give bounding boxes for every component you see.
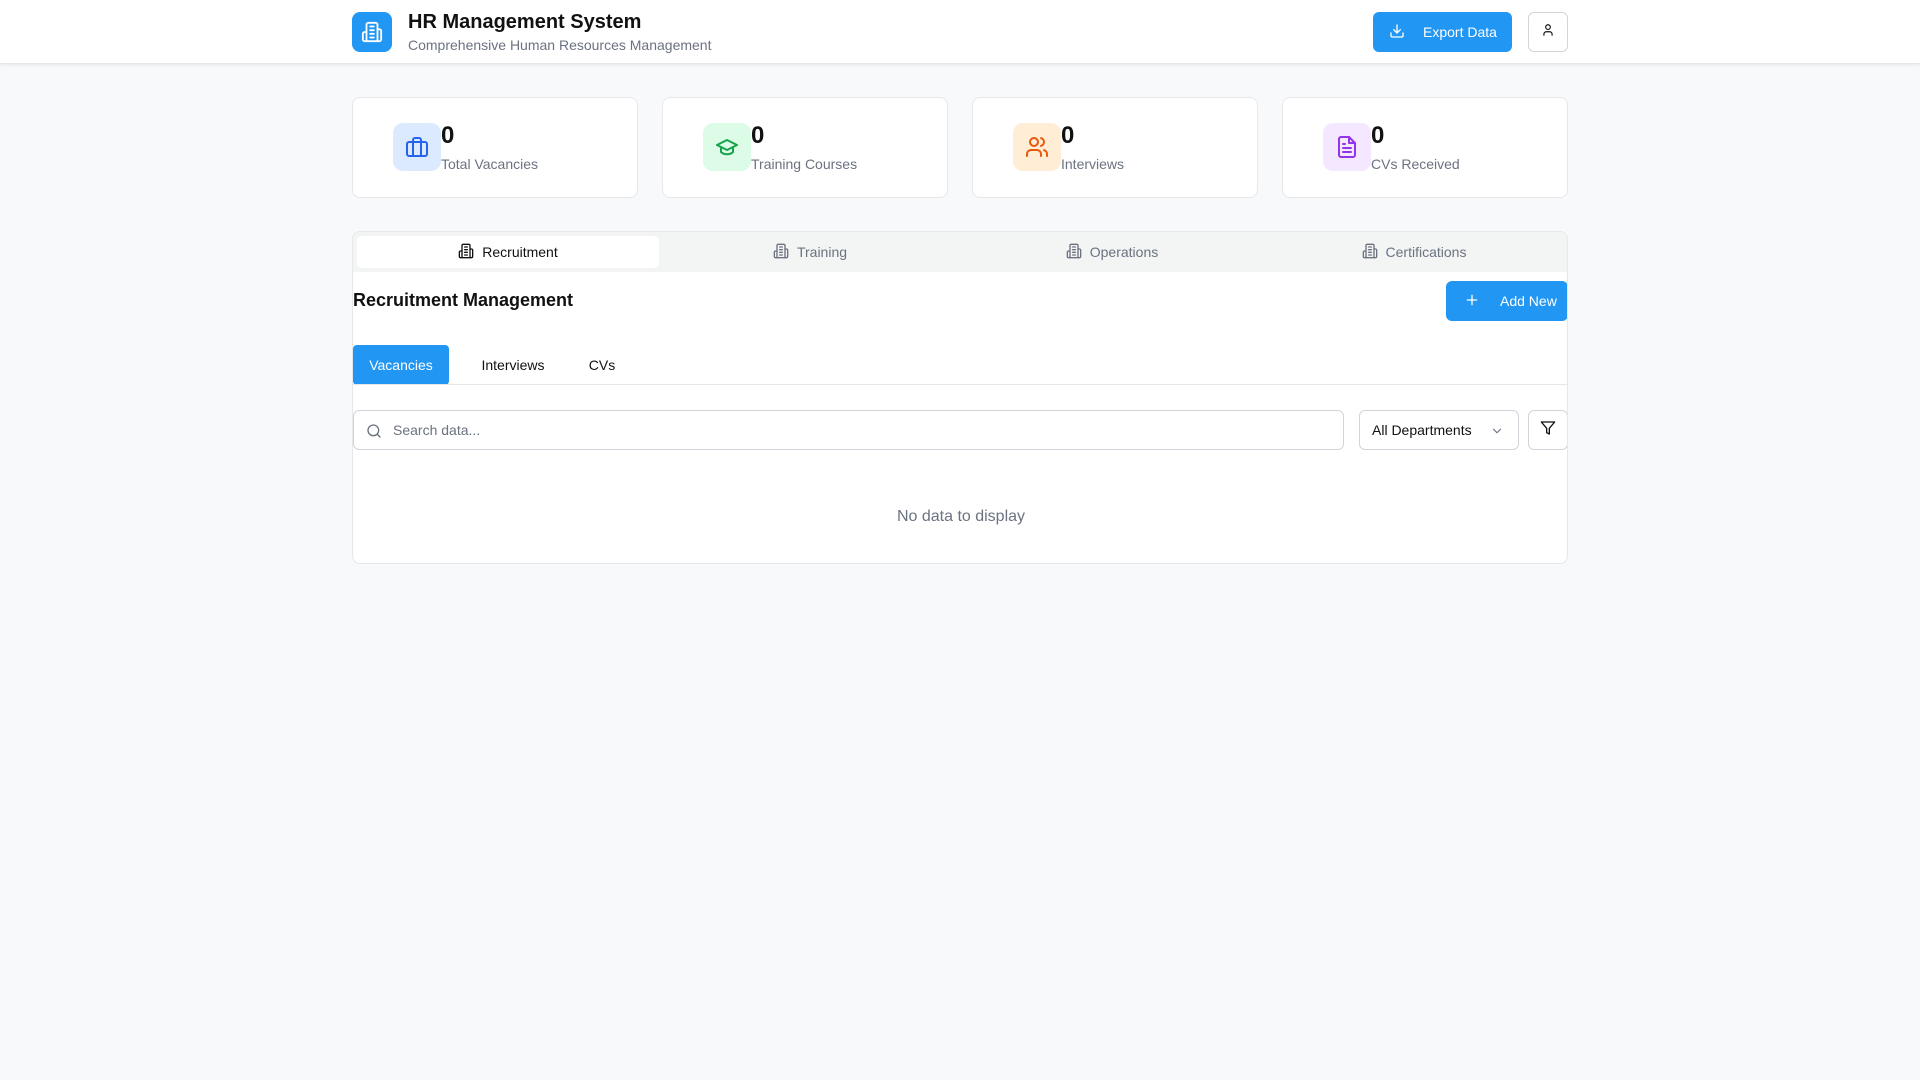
building-icon bbox=[352, 12, 392, 52]
chevron-down-icon bbox=[1490, 424, 1504, 441]
empty-state-message: No data to display bbox=[896, 508, 1026, 525]
stat-card-cvs: 0 CVs Received bbox=[1282, 97, 1568, 198]
building-icon bbox=[1066, 243, 1082, 262]
tab-training[interactable]: Training bbox=[659, 236, 961, 268]
export-data-label: Export Data bbox=[1423, 24, 1497, 40]
stat-card-training: 0 Training Courses bbox=[662, 97, 948, 198]
building-icon bbox=[458, 243, 474, 262]
user-menu-button[interactable] bbox=[1528, 12, 1568, 52]
divider bbox=[353, 384, 1567, 385]
main-panel: Recruitment Training Operations Certific… bbox=[352, 231, 1568, 564]
app-title: HR Management System bbox=[408, 11, 642, 33]
briefcase-icon bbox=[393, 123, 441, 171]
subtab-vacancies[interactable]: Vacancies bbox=[353, 345, 449, 385]
stat-label: Interviews bbox=[1061, 156, 1125, 172]
tab-label: Certifications bbox=[1385, 244, 1467, 260]
tab-label: Operations bbox=[1089, 244, 1159, 260]
department-select-value: All Departments bbox=[1372, 422, 1472, 438]
file-text-icon bbox=[1323, 123, 1371, 171]
app-header: HR Management System Comprehensive Human… bbox=[0, 0, 1920, 64]
search-input[interactable] bbox=[354, 411, 1343, 449]
department-select[interactable]: All Departments bbox=[1359, 410, 1519, 450]
filter-icon bbox=[1540, 420, 1556, 441]
stat-card-vacancies: 0 Total Vacancies bbox=[352, 97, 638, 198]
graduation-cap-icon bbox=[703, 123, 751, 171]
stat-value: 0 bbox=[1371, 122, 1385, 149]
search-field bbox=[353, 410, 1344, 450]
add-new-button[interactable]: Add New bbox=[1446, 281, 1567, 321]
stat-label: CVs Received bbox=[1371, 156, 1460, 172]
app-subtitle: Comprehensive Human Resources Management bbox=[408, 37, 712, 53]
user-icon bbox=[1541, 23, 1555, 42]
tab-operations[interactable]: Operations bbox=[961, 236, 1263, 268]
users-icon bbox=[1013, 123, 1061, 171]
stat-value: 0 bbox=[441, 122, 455, 149]
stat-value: 0 bbox=[751, 122, 765, 149]
add-new-label: Add New bbox=[1500, 293, 1557, 309]
stat-value: 0 bbox=[1061, 122, 1075, 149]
tab-certifications[interactable]: Certifications bbox=[1263, 236, 1565, 268]
tab-label: Training bbox=[796, 244, 848, 260]
stat-label: Training Courses bbox=[751, 156, 858, 172]
stat-card-interviews: 0 Interviews bbox=[972, 97, 1258, 198]
module-tabbar: Recruitment Training Operations Certific… bbox=[353, 232, 1567, 272]
building-icon bbox=[773, 243, 789, 262]
tab-label: Recruitment bbox=[482, 244, 558, 260]
download-icon bbox=[1389, 23, 1405, 42]
tab-recruitment[interactable]: Recruitment bbox=[357, 236, 659, 268]
subtab-interviews[interactable]: Interviews bbox=[465, 345, 561, 385]
stat-label: Total Vacancies bbox=[441, 156, 539, 172]
plus-icon bbox=[1464, 292, 1480, 311]
building-icon bbox=[1362, 243, 1378, 262]
export-data-button[interactable]: Export Data bbox=[1373, 12, 1512, 52]
search-icon bbox=[366, 423, 382, 444]
filter-button[interactable] bbox=[1528, 410, 1567, 450]
section-title: Recruitment Management bbox=[353, 290, 574, 310]
subtab-cvs[interactable]: CVs bbox=[567, 345, 637, 385]
